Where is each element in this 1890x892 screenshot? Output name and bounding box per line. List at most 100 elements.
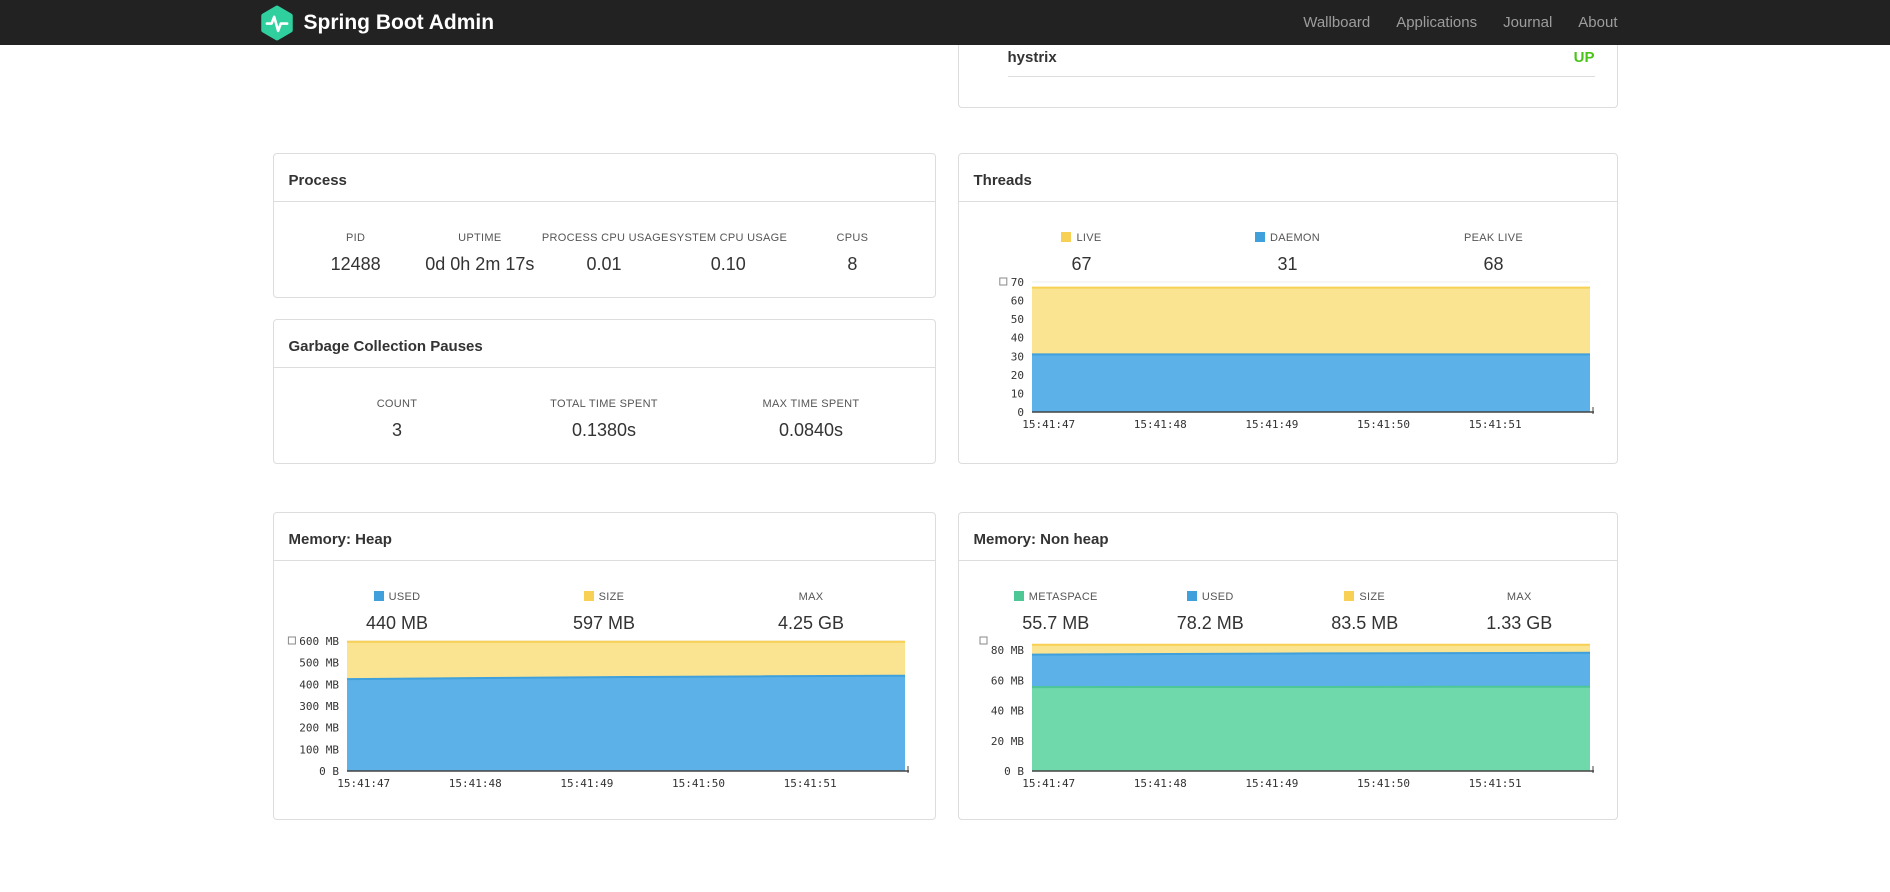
legend-swatch [1013,591,1024,601]
nav-link-about[interactable]: About [1565,14,1617,31]
legend-label: LIVE [1076,232,1102,244]
legend-swatch [373,591,384,601]
legend-label: DAEMON [1269,232,1321,244]
svg-text:15:41:49: 15:41:49 [1245,777,1298,790]
legend-swatch [1344,591,1355,601]
svg-text:300 MB: 300 MB [299,700,339,713]
metric-value: 0.0840s [778,420,844,440]
metric-uptime: UPTIME 0d 0h 2m 17s [418,232,542,275]
legend-value: 83.5 MB [1331,613,1399,633]
metric-value: 0.10 [710,254,746,274]
svg-text:60 MB: 60 MB [990,674,1023,687]
legend-swatch [583,591,594,601]
metric-label: CPUS [836,232,869,244]
svg-text:80 MB: 80 MB [990,644,1023,657]
metric-label: SYSTEM CPU USAGE [669,232,788,244]
svg-text:600 MB: 600 MB [299,635,339,648]
metric-gc-max-time: MAX TIME SPENT 0.0840s [708,398,915,441]
svg-text:15:41:51: 15:41:51 [1468,777,1521,790]
legend-value: 55.7 MB [1022,613,1090,633]
svg-text:15:41:49: 15:41:49 [560,777,613,790]
metric-label: PROCESS CPU USAGE [541,232,669,244]
svg-text:15:41:47: 15:41:47 [1022,777,1075,790]
panel-title: Threads [958,154,1617,202]
legend-value: 4.25 GB [777,613,845,633]
heap-chart: 0 B 100 MB 200 MB 300 MB 400 MB 500 MB 600 MB 1… [275,635,925,810]
svg-text:70: 70 [1010,276,1023,289]
nav-links: Wallboard Applications Journal About [1290,14,1617,31]
brand-title: Spring Boot Admin [303,10,495,34]
metric-label: PID [345,232,366,244]
main-content: hystrix UP Process PID 12488 UPTIME 0d 0… [272,45,1618,892]
svg-text:15:41:50: 15:41:50 [1357,418,1410,431]
metric-value: 0.1380s [571,420,637,440]
legend-value: 1.33 GB [1486,613,1553,633]
panel-title: Garbage Collection Pauses [273,320,935,368]
legend-swatch [1186,591,1197,601]
health-item-name: hystrix [1007,49,1057,66]
svg-text:100 MB: 100 MB [299,743,339,756]
status-badge: UP [1573,49,1595,66]
legend-label: MAX [798,591,824,603]
svg-text:400 MB: 400 MB [299,678,339,691]
legend-value: 440 MB [365,613,429,633]
svg-text:20: 20 [1010,369,1023,382]
svg-text:15:41:47: 15:41:47 [337,777,390,790]
legend-item-metaspace: METASPACE 55.7 MB [979,591,1134,634]
legend-value: 31 [1277,254,1298,274]
legend-item-max: MAX 4.25 GB [708,591,915,634]
nonheap-chart: 0 B 20 MB 40 MB 60 MB 80 MB 15:41:47 15:41:48 1… [960,635,1610,810]
process-panel: Process PID 12488 UPTIME 0d 0h 2m 17s PR… [272,153,936,298]
legend-item-used: USED 78.2 MB [1133,591,1288,634]
nav-link-journal[interactable]: Journal [1490,14,1565,31]
svg-text:500 MB: 500 MB [299,657,339,670]
metric-value: 0.01 [586,254,622,274]
legend-label: USED [388,591,421,603]
svg-text:40 MB: 40 MB [990,705,1023,718]
metric-label: TOTAL TIME SPENT [550,398,658,410]
svg-text:15:41:49: 15:41:49 [1245,418,1298,431]
nav-link-applications[interactable]: Applications [1383,14,1490,31]
metric-label: COUNT [376,398,418,410]
legend-value: 597 MB [572,613,636,633]
metric-value: 0d 0h 2m 17s [425,254,535,274]
heap-panel: Memory: Heap USED 440 MB SIZE 597 MB MAX… [272,512,936,820]
app-logo-icon [259,5,295,41]
metric-pid: PID 12488 [294,232,418,275]
metric-value: 3 [391,420,402,440]
legend-swatch [1254,232,1265,242]
svg-text:20 MB: 20 MB [990,735,1023,748]
health-panel: hystrix UP [957,45,1618,108]
metric-value: 8 [847,254,858,274]
legend-item-used: USED 440 MB [294,591,501,634]
gc-metrics: COUNT 3 TOTAL TIME SPENT 0.1380s MAX TIM… [274,368,935,441]
svg-text:200 MB: 200 MB [299,722,339,735]
metric-label: MAX TIME SPENT [762,398,860,410]
legend-item-live: LIVE 67 [979,232,1185,275]
svg-text:15:41:50: 15:41:50 [672,777,725,790]
svg-text:30: 30 [1010,350,1023,363]
metric-process-cpu: PROCESS CPU USAGE 0.01 [541,232,669,275]
svg-text:40: 40 [1010,332,1023,345]
metric-label: UPTIME [458,232,502,244]
heap-legend: USED 440 MB SIZE 597 MB MAX 4.25 GB [274,561,935,634]
svg-text:15:41:50: 15:41:50 [1357,777,1410,790]
legend-label: MAX [1506,591,1532,603]
gc-panel: Garbage Collection Pauses COUNT 3 TOTAL … [272,319,936,464]
legend-label: METASPACE [1028,591,1098,603]
legend-value: 78.2 MB [1176,613,1244,633]
svg-text:15:41:51: 15:41:51 [783,777,836,790]
legend-label: USED [1201,591,1234,603]
legend-label: SIZE [1359,591,1386,603]
svg-text:50: 50 [1010,313,1023,326]
nonheap-legend: METASPACE 55.7 MB USED 78.2 MB SIZE 83.5… [959,561,1617,634]
legend-label: SIZE [598,591,625,603]
metric-cpus: CPUS 8 [790,232,914,275]
brand[interactable]: Spring Boot Admin [259,5,495,41]
nav-link-wallboard[interactable]: Wallboard [1290,14,1383,31]
svg-text:60: 60 [1010,295,1023,308]
metric-system-cpu: SYSTEM CPU USAGE 0.10 [666,232,790,275]
legend-value: 67 [1071,254,1092,274]
threads-panel: Threads LIVE 67 DAEMON 31 PEAK LIVE 68 0… [957,153,1618,464]
navbar-inner: Spring Boot Admin Wallboard Applications… [260,0,1618,45]
